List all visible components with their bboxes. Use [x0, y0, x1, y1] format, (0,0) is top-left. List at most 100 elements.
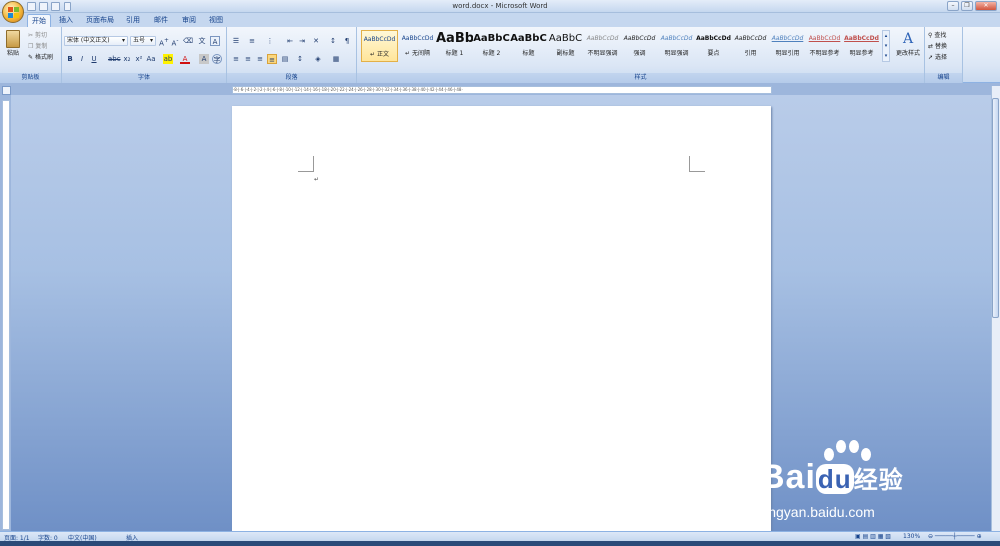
ruler-toggle-button[interactable] — [2, 86, 11, 95]
editing-group: ⚲ 查找 ⇄ 替换 ➚ 选择 编辑 — [925, 27, 963, 83]
borders-icon[interactable]: ▦ — [331, 54, 341, 64]
baidu-brand: Baidu经验 — [760, 458, 904, 496]
style-subtle-reference[interactable]: AaBbCcDd 不明显参考 — [806, 30, 843, 62]
baidu-watermark: Baidu经验 jingyan.baidu.com — [760, 440, 950, 525]
chinese-layout-icon[interactable]: ✕ — [311, 36, 321, 46]
show-marks-icon[interactable]: ¶ — [342, 36, 352, 46]
watermark-url: jingyan.baidu.com — [762, 504, 875, 520]
style-emphasis[interactable]: AaBbCcDd 强调 — [621, 30, 658, 62]
zoom-slider[interactable]: ⊖ ─────┼───── ⊕ — [928, 533, 982, 540]
select-button[interactable]: ➚ 选择 — [928, 52, 947, 61]
horizontal-ruler[interactable]: ·8·|·6·|·4·|·2·|·2·|·4·|·6·|·8·|·10·|·12… — [232, 86, 772, 94]
zoom-level[interactable]: 130% — [903, 533, 920, 540]
italic-icon[interactable]: I — [77, 54, 87, 64]
ribbon: 粘贴 ✂ 剪切 ❐ 复制 ✎ 格式刷 剪贴板 宋体 (中文正文) ▾ 五号 ▾ A+… — [0, 27, 1000, 83]
underline-icon[interactable]: U — [89, 54, 99, 64]
paste-icon — [6, 30, 20, 48]
distributed-icon[interactable]: ▤ — [280, 54, 290, 64]
taskbar — [0, 541, 1000, 546]
align-center-icon[interactable]: ≡ — [243, 54, 253, 64]
margin-corner-top-right — [689, 156, 705, 172]
find-button[interactable]: ⚲ 查找 — [928, 30, 946, 39]
tab-review[interactable]: 审阅 — [178, 14, 200, 27]
increase-indent-icon[interactable]: ⇥ — [297, 36, 307, 46]
tab-view[interactable]: 视图 — [205, 14, 227, 27]
numbering-icon[interactable]: ≡ — [247, 36, 257, 46]
align-left-icon[interactable]: ≡ — [231, 54, 241, 64]
style-title[interactable]: AaBbC 标题 — [510, 30, 547, 62]
strikethrough-icon[interactable]: abc — [108, 54, 121, 64]
tab-home[interactable]: 开始 — [27, 14, 51, 27]
paragraph-group: ☰ ≡ ⋮ ⇤ ⇥ ✕ ↕ ¶ ≡ ≡ ≡ ≡ ▤ ↕ ◈ ▦ 段落 — [227, 27, 357, 83]
bullets-icon[interactable]: ☰ — [231, 36, 241, 46]
subscript-icon[interactable]: x₂ — [122, 54, 132, 64]
font-family-select[interactable]: 宋体 (中文正文) ▾ — [64, 36, 128, 46]
superscript-icon[interactable]: x² — [134, 54, 144, 64]
copy-button[interactable]: ❐ 复制 — [28, 41, 47, 50]
format-painter-button[interactable]: ✎ 格式刷 — [28, 52, 53, 61]
style-normal[interactable]: AaBbCcDd ↵ 正文 — [361, 30, 398, 62]
title-bar: word.docx - Microsoft Word – ❐ ✕ — [0, 0, 1000, 13]
view-buttons[interactable]: ▣ ▤ ▥ ▦ ▧ — [855, 533, 891, 540]
paragraph-group-label: 段落 — [227, 73, 356, 83]
maximize-button[interactable]: ❐ — [961, 1, 973, 11]
office-button[interactable] — [2, 1, 24, 23]
replace-icon: ⇄ — [928, 43, 934, 50]
style-intense-reference[interactable]: AaBbCcDd 明显参考 — [843, 30, 880, 62]
paste-button[interactable]: 粘贴 — [4, 30, 22, 64]
cursor-icon: ➚ — [928, 54, 934, 61]
decrease-indent-icon[interactable]: ⇤ — [285, 36, 295, 46]
tab-mailings[interactable]: 邮件 — [150, 14, 172, 27]
styles-scroll[interactable]: ▴ ▾ ▾ — [882, 30, 890, 62]
style-heading-1[interactable]: AaBb 标题 1 — [436, 30, 473, 62]
change-styles-button[interactable]: A 更改样式 — [893, 30, 923, 68]
minimize-button[interactable]: – — [947, 1, 959, 11]
style-subtitle[interactable]: AaBbC 副标题 — [547, 30, 584, 62]
cut-button[interactable]: ✂ 剪切 — [28, 30, 47, 39]
grow-font-icon[interactable]: A+ — [159, 36, 169, 47]
multilevel-list-icon[interactable]: ⋮ — [265, 36, 275, 46]
vertical-ruler[interactable] — [2, 100, 10, 530]
tab-page-layout[interactable]: 页面布局 — [82, 14, 118, 27]
style-strong[interactable]: AaBbCcDd 要点 — [695, 30, 732, 62]
font-size-select[interactable]: 五号 ▾ — [130, 36, 156, 46]
font-color-icon[interactable]: A — [180, 54, 190, 64]
clear-format-icon[interactable]: ⌫ — [183, 36, 193, 46]
shading-icon[interactable]: ◈ — [313, 54, 323, 64]
char-border-icon[interactable]: A — [210, 36, 220, 46]
document-page[interactable]: ↵ — [232, 106, 771, 536]
bold-icon[interactable]: B — [65, 54, 75, 64]
style-quote[interactable]: AaBbCcDd 引用 — [732, 30, 769, 62]
change-case-icon[interactable]: Aa — [146, 54, 156, 64]
chevron-down-icon: ▾ — [121, 37, 125, 44]
replace-button[interactable]: ⇄ 替换 — [928, 41, 947, 50]
scissors-icon: ✂ — [28, 32, 34, 39]
style-subtle-emphasis[interactable]: AaBbCcDd 不明显强调 — [584, 30, 621, 62]
office-logo-icon — [8, 7, 19, 18]
align-right-icon[interactable]: ≡ — [255, 54, 265, 64]
phonetic-guide-icon[interactable]: 文 — [197, 36, 207, 46]
styles-group: AaBbCcDd ↵ 正文 AaBbCcDd ↵ 无间隔 AaBb 标题 1 AaBb… — [357, 27, 925, 83]
close-button[interactable]: ✕ — [975, 1, 997, 11]
tab-references[interactable]: 引用 — [122, 14, 144, 27]
font-group: 宋体 (中文正文) ▾ 五号 ▾ A+ A- ⌫ 文 A B I U abc x₂ … — [62, 27, 227, 83]
binoculars-icon: ⚲ — [928, 32, 933, 39]
highlight-icon[interactable]: ab — [163, 54, 173, 64]
style-heading-2[interactable]: AaBbC 标题 2 — [473, 30, 510, 62]
char-shading-icon[interactable]: A — [199, 54, 209, 64]
line-spacing-icon[interactable]: ↕ — [295, 54, 305, 64]
style-no-spacing[interactable]: AaBbCcDd ↵ 无间隔 — [399, 30, 436, 62]
paragraph-mark: ↵ — [314, 176, 320, 183]
tab-insert[interactable]: 插入 — [55, 14, 77, 27]
copy-icon: ❐ — [28, 43, 34, 50]
style-intense-quote[interactable]: AaBbCcDd 明显引用 — [769, 30, 806, 62]
sort-icon[interactable]: ↕ — [328, 36, 338, 46]
style-intense-emphasis[interactable]: AaBbCcDd 明显强调 — [658, 30, 695, 62]
window-title: word.docx - Microsoft Word — [452, 2, 548, 10]
status-bar: 页面: 1/1 字数: 0 中文(中国) 插入 ▣ ▤ ▥ ▦ ▧ 130% ⊖… — [0, 531, 1000, 542]
enclose-char-icon[interactable]: 字 — [212, 54, 222, 64]
editing-group-label: 编辑 — [925, 73, 962, 83]
shrink-font-icon[interactable]: A- — [170, 36, 180, 47]
justify-icon[interactable]: ≡ — [267, 54, 277, 64]
scrollbar-thumb[interactable] — [992, 98, 999, 318]
